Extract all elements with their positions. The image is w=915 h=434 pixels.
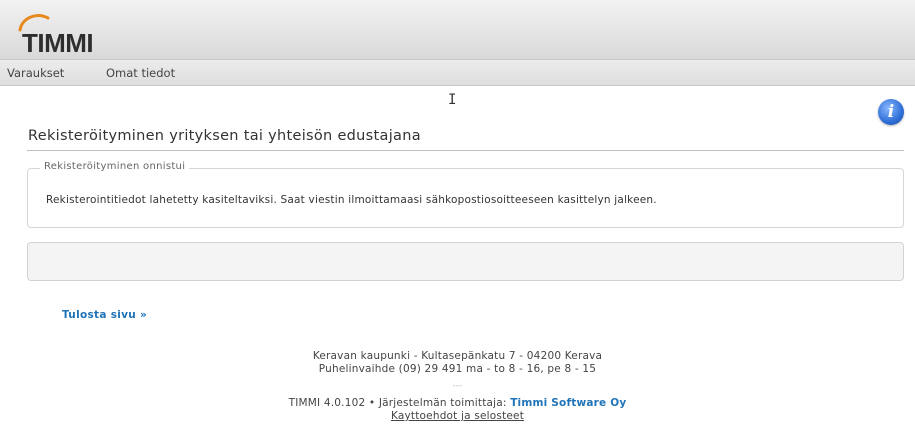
info-icon[interactable]: i bbox=[878, 99, 904, 125]
vendor-link[interactable]: Timmi Software Oy bbox=[510, 397, 626, 409]
nav-item-omat-tiedot[interactable]: Omat tiedot bbox=[106, 66, 175, 80]
title-divider bbox=[27, 150, 904, 151]
nav-item-varaukset[interactable]: Varaukset bbox=[7, 66, 64, 80]
footer-phone: Puhelinvaihde (09) 29 491 ma - to 8 - 16… bbox=[318, 363, 597, 375]
print-page-link[interactable]: Tulosta sivu » bbox=[62, 309, 147, 321]
footer-address: Keravan kaupunki - Kultasepänkatu 7 - 04… bbox=[312, 350, 603, 362]
main-navigation: Varaukset Omat tiedot bbox=[0, 60, 915, 86]
terms-link[interactable]: Kayttoehdot ja selosteet bbox=[391, 410, 524, 422]
empty-panel bbox=[27, 242, 904, 281]
footer-version-line: TIMMI 4.0.102 • Järjestelmän toimittaja:… bbox=[0, 397, 915, 410]
page-title: Rekisteröityminen yrityksen tai yhteisön… bbox=[28, 128, 421, 144]
page-footer: Keravan kaupunki - Kultasepänkatu 7 - 04… bbox=[0, 350, 915, 423]
timmi-logo[interactable]: TIMMI bbox=[8, 6, 118, 58]
success-message: Rekisterointitiedot lahetetty kasiteltav… bbox=[46, 194, 657, 206]
app-header: TIMMI bbox=[0, 0, 915, 60]
fieldset-legend: Rekisteröityminen onnistui bbox=[40, 161, 190, 172]
footer-version-text: TIMMI 4.0.102 • Järjestelmän toimittaja: bbox=[288, 397, 511, 409]
logo-text: TIMMI bbox=[22, 28, 94, 58]
footer-separator: --- bbox=[452, 381, 463, 391]
text-cursor-icon: I bbox=[448, 92, 457, 108]
